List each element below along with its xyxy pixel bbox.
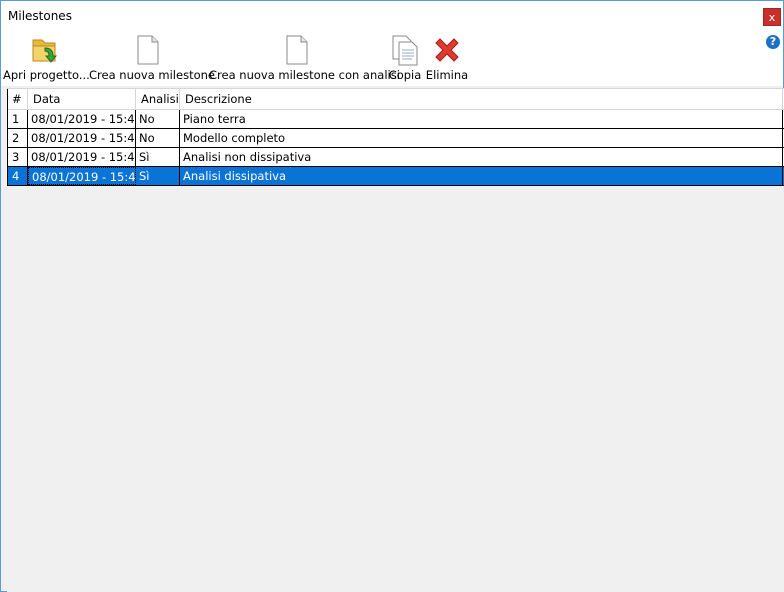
- table-row-selected[interactable]: 4 08/01/2019 - 15:49 Sì Analisi dissipat…: [7, 167, 784, 186]
- cell-number: 1: [7, 110, 28, 128]
- delete-button[interactable]: Elimina: [425, 31, 469, 85]
- open-project-button[interactable]: Apri progetto...: [3, 31, 90, 85]
- help-icon[interactable]: ?: [766, 35, 780, 49]
- new-milestone-analysis-label: Crea nuova milestone con analisi: [209, 68, 400, 82]
- open-project-label: Apri progetto...: [3, 68, 90, 82]
- cell-date: 08/01/2019 - 15:49: [28, 167, 136, 185]
- header-date[interactable]: Data: [28, 89, 136, 110]
- cell-date: 08/01/2019 - 15:48: [28, 110, 136, 128]
- new-milestone-label: Crea nuova milestone: [89, 68, 215, 82]
- title-bar: Milestones x: [1, 1, 783, 31]
- milestones-window: Milestones x Apri progetto... Crea nuova…: [0, 0, 784, 592]
- cell-description: Modello completo: [180, 129, 783, 147]
- cell-number: 3: [7, 148, 28, 166]
- cell-date: 08/01/2019 - 15:48: [28, 129, 136, 147]
- new-milestone-button[interactable]: Crea nuova milestone: [89, 31, 215, 85]
- header-description[interactable]: Descrizione: [180, 89, 783, 110]
- new-document-icon: [284, 34, 310, 69]
- delete-x-icon: [431, 34, 463, 69]
- cell-number: 2: [7, 129, 28, 147]
- cell-analysis: Sì: [136, 148, 180, 166]
- cell-description: Analisi dissipativa: [180, 167, 783, 185]
- table-row[interactable]: 1 08/01/2019 - 15:48 No Piano terra: [7, 110, 784, 129]
- header-analysis[interactable]: Analisi: [136, 89, 180, 110]
- close-button[interactable]: x: [763, 8, 781, 26]
- cell-analysis: Sì: [136, 167, 180, 185]
- table-row[interactable]: 3 08/01/2019 - 15:49 Sì Analisi non diss…: [7, 148, 784, 167]
- open-folder-icon: [29, 34, 61, 69]
- new-milestone-analysis-button[interactable]: Crea nuova milestone con analisi: [209, 31, 400, 85]
- window-title: Milestones: [8, 9, 72, 23]
- milestones-table: # Data Analisi Descrizione 1 08/01/2019 …: [7, 88, 784, 592]
- new-document-icon: [135, 34, 161, 69]
- copy-label: Copia: [388, 68, 422, 82]
- copy-icon: [390, 34, 420, 69]
- toolbar: Apri progetto... Crea nuova milestone Cr…: [1, 31, 783, 86]
- cell-number: 4: [7, 167, 28, 185]
- table-row[interactable]: 2 08/01/2019 - 15:48 No Modello completo: [7, 129, 784, 148]
- header-number[interactable]: #: [7, 89, 28, 110]
- cell-description: Piano terra: [180, 110, 783, 128]
- cell-description: Analisi non dissipativa: [180, 148, 783, 166]
- table-header: # Data Analisi Descrizione: [7, 88, 784, 110]
- cell-analysis: No: [136, 129, 180, 147]
- cell-analysis: No: [136, 110, 180, 128]
- cell-date: 08/01/2019 - 15:49: [28, 148, 136, 166]
- delete-label: Elimina: [425, 68, 469, 82]
- copy-button[interactable]: Copia: [387, 31, 423, 85]
